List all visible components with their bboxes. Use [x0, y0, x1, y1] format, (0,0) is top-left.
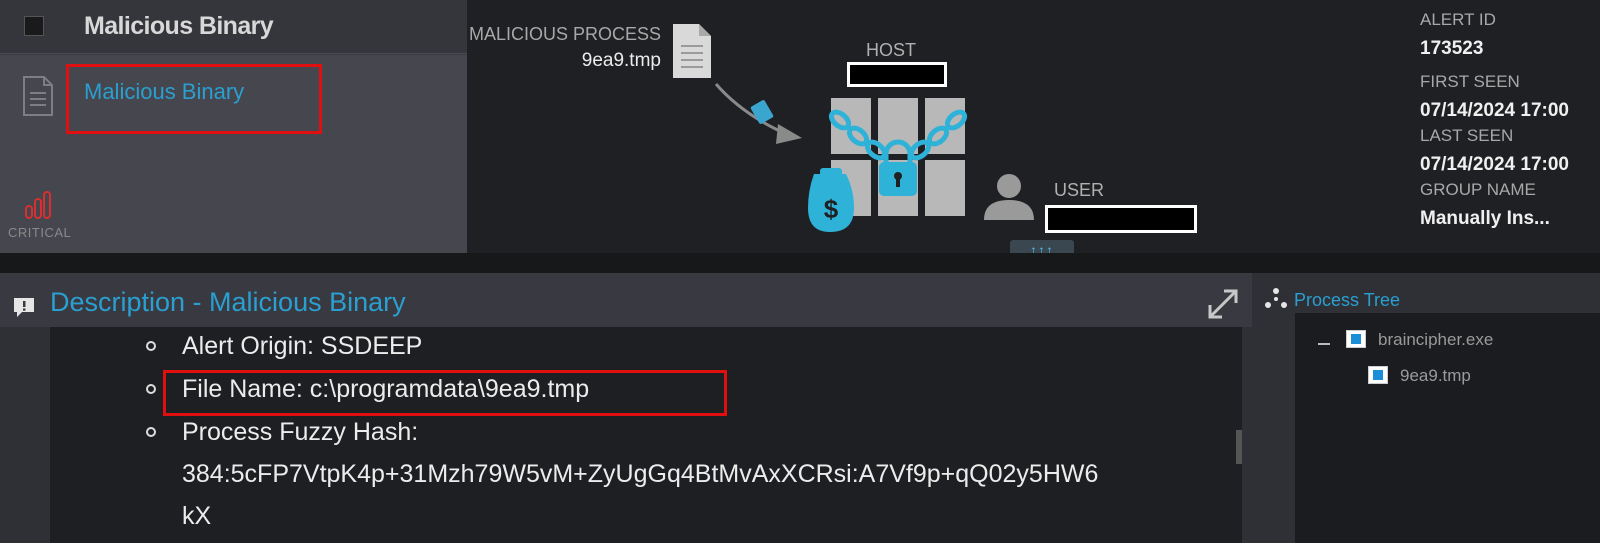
highlight-box — [66, 64, 322, 134]
process-label: MALICIOUS PROCESS — [468, 24, 661, 44]
user-icon[interactable] — [982, 172, 1036, 222]
alert-list-panel: Malicious Binary Malicious Binary CRITIC… — [0, 0, 467, 253]
severity-bars-icon — [25, 191, 51, 219]
group-name-value: Manually Ins... — [1420, 208, 1550, 229]
tree-node-label[interactable]: 9ea9.tmp — [1400, 366, 1471, 386]
panel-separator — [0, 253, 1600, 273]
alert-id-value: 173523 — [1420, 38, 1484, 59]
scrollbar-thumb[interactable] — [1236, 430, 1242, 464]
alert-detail-screen: Malicious Binary Malicious Binary CRITIC… — [0, 0, 1600, 543]
description-icon — [14, 298, 34, 317]
bullet — [146, 427, 156, 437]
document-icon — [23, 76, 53, 116]
group-name-label: GROUP NAME — [1420, 180, 1536, 199]
bullet — [146, 341, 156, 351]
process-value: 9ea9.tmp — [581, 50, 661, 71]
host-label: HOST — [866, 40, 917, 60]
alert-list-header: Malicious Binary — [0, 0, 467, 54]
user-value-redacted[interactable] — [1045, 205, 1197, 233]
description-line: 384:5cFP7VtpK4p+31Mzh79W5vM+ZyUgGq4BtMvA… — [182, 460, 1099, 488]
description-title: Description - Malicious Binary — [50, 287, 406, 317]
description-line: Process Fuzzy Hash: — [182, 418, 419, 446]
alert-list-title: Malicious Binary — [84, 12, 274, 40]
alert-row[interactable]: Malicious Binary CRITICAL — [0, 55, 467, 253]
last-seen-value: 07/14/2024 17:00 — [1420, 154, 1569, 175]
select-all-checkbox[interactable] — [24, 16, 44, 36]
last-seen-label: LAST SEEN — [1420, 126, 1514, 145]
maximize-icon[interactable] — [1206, 287, 1240, 321]
process-tree-panel: Process Tree — [1252, 273, 1600, 543]
bullet — [146, 384, 156, 394]
tree-node-label[interactable]: braincipher.exe — [1378, 330, 1493, 350]
process-tree-icon — [1265, 288, 1287, 308]
process-document-icon[interactable] — [671, 22, 713, 80]
user-label: USER — [1054, 180, 1105, 200]
alert-id-label: ALERT ID — [1420, 10, 1496, 29]
severity-label: CRITICAL — [8, 225, 72, 240]
process-icon — [1346, 330, 1366, 348]
description-header: Description - Malicious Binary — [0, 273, 1252, 327]
ransomware-locked-files-icon[interactable]: $ — [806, 96, 976, 236]
process-icon — [1368, 366, 1388, 384]
collapse-toggle[interactable] — [1318, 343, 1330, 345]
process-tree-title[interactable]: Process Tree — [1294, 290, 1400, 311]
alert-info: ALERT ID 173523 FIRST SEEN 07/14/2024 17… — [1420, 0, 1600, 253]
arrow-icon — [714, 83, 802, 144]
svg-text:$: $ — [824, 194, 839, 224]
description-line: kX — [182, 502, 212, 530]
description-line: Alert Origin: SSDEEP — [182, 332, 423, 360]
first-seen-value: 07/14/2024 17:00 — [1420, 100, 1569, 121]
highlight-box — [163, 370, 727, 416]
first-seen-label: FIRST SEEN — [1420, 72, 1520, 91]
host-value-redacted[interactable] — [847, 62, 947, 87]
